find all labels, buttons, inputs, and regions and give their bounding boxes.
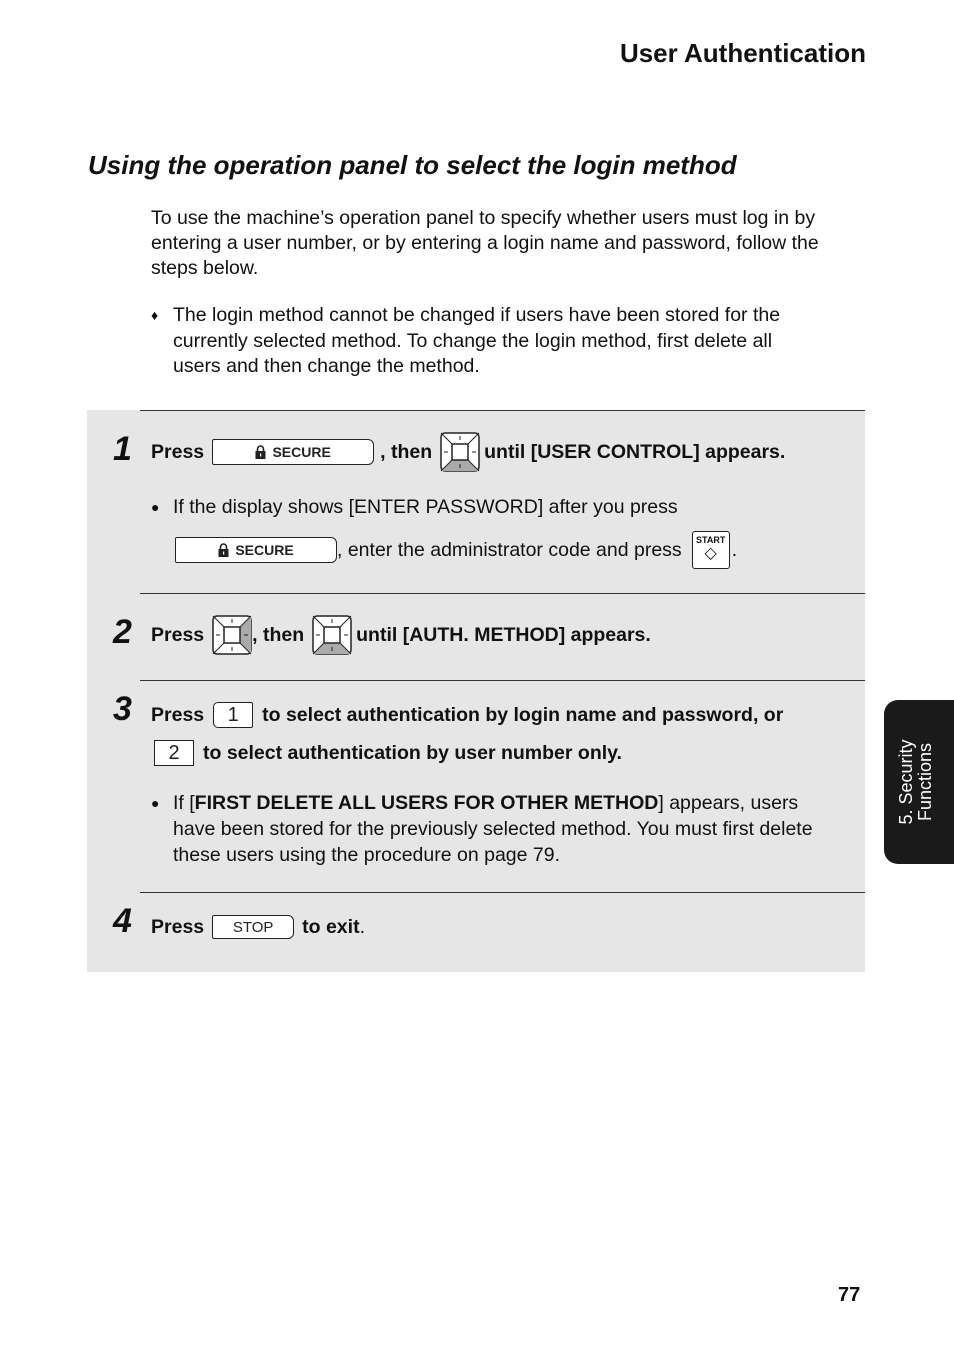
note-line: The login method cannot be changed if us…: [173, 304, 781, 326]
divider: [140, 593, 865, 594]
start-icon: ◇: [704, 545, 717, 562]
nav-right-key-icon[interactable]: [212, 615, 252, 655]
step-text: to exit: [302, 915, 360, 938]
step-text: Press: [151, 703, 205, 726]
intro-line: entering a user number, or by entering a…: [151, 232, 819, 254]
secure-key[interactable]: SECURE: [212, 439, 375, 465]
note: ♦ The login method cannot be changed if …: [151, 303, 841, 380]
lock-icon: [218, 543, 229, 557]
step-text: .: [359, 915, 365, 938]
step-1-note: ● If the display shows [ENTER PASSWORD] …: [151, 494, 841, 520]
nav-down-key-icon[interactable]: [312, 615, 352, 655]
start-key[interactable]: START ◇: [691, 531, 730, 569]
step-1-note-cont: SECURE , enter the administrator code an…: [175, 530, 737, 570]
step-3-instruction-cont: 2 to select authentication by user numbe…: [154, 738, 622, 768]
step-text: Press: [151, 623, 205, 646]
step-number: 2: [113, 613, 132, 651]
step-3-note: ● If [FIRST DELETE ALL USERS FOR OTHER M…: [151, 790, 851, 868]
note-text: ] appears, users: [658, 792, 799, 814]
step-4: 4 Press STOP to exit.: [87, 892, 865, 972]
step-3: 3 Press 1 to select authentication by lo…: [87, 680, 865, 892]
step-number: 4: [113, 902, 132, 940]
note-text: If [: [173, 792, 195, 814]
intro-line: steps below.: [151, 257, 259, 279]
step-4-instruction: Press STOP to exit.: [151, 912, 365, 942]
page-number: 77: [838, 1284, 861, 1306]
step-text: Press: [151, 440, 205, 463]
secure-key-label: SECURE: [235, 542, 294, 558]
step-text: to select authentication by user number …: [203, 741, 622, 764]
secure-key-label: SECURE: [272, 444, 331, 460]
chapter-tab-line: Functions: [915, 742, 935, 822]
note-text: .: [731, 538, 738, 561]
number-key-1[interactable]: 1: [213, 702, 254, 728]
step-text: , then: [252, 623, 305, 646]
section-title: Using the operation panel to select the …: [88, 150, 737, 180]
chapter-tab-label: 5. Security Functions: [896, 739, 935, 825]
divider: [140, 892, 865, 893]
number-key-2[interactable]: 2: [154, 740, 194, 766]
step-2: 2 Press , then until [AUTH. METHOD] appe…: [87, 593, 865, 680]
note-line: currently selected method. To change the…: [173, 329, 773, 352]
note-text: , enter the administrator code and press: [337, 538, 682, 561]
page-header-title: User Authentication: [619, 38, 866, 68]
step-3-instruction: Press 1 to select authentication by logi…: [151, 700, 783, 730]
step-number: 3: [113, 690, 132, 728]
bullet-icon: ●: [151, 795, 160, 811]
step-2-instruction: Press , then until [AUTH. METHOD] appear…: [151, 615, 651, 655]
lock-icon: [255, 445, 266, 459]
step-text: , then: [380, 440, 433, 463]
diamond-bullet-icon: ♦: [151, 307, 159, 323]
intro-line: To use the machine’s operation panel to …: [151, 207, 816, 229]
steps-panel: 1 Press SECURE , then until [USER CONTRO…: [87, 410, 865, 972]
note-text: have been stored for the previously sele…: [173, 818, 813, 840]
bullet-icon: ●: [151, 499, 160, 515]
note-text: these users using the procedure on page …: [173, 844, 561, 866]
step-1-instruction: Press SECURE , then until [USER CONTROL]…: [151, 432, 785, 472]
step-text: until [AUTH. METHOD] appears.: [356, 623, 651, 646]
step-text: until [USER CONTROL] appears.: [484, 440, 786, 463]
divider: [140, 680, 865, 681]
step-text: Press: [151, 915, 205, 938]
intro-paragraph: To use the machine’s operation panel to …: [151, 206, 861, 281]
note-text: If the display shows [ENTER PASSWORD] af…: [173, 496, 678, 518]
display-message: FIRST DELETE ALL USERS FOR OTHER METHOD: [194, 792, 659, 814]
divider: [140, 410, 865, 411]
step-1: 1 Press SECURE , then until [USER CONTRO…: [87, 410, 865, 593]
stop-key[interactable]: STOP: [212, 915, 295, 939]
chapter-tab: 5. Security Functions: [884, 700, 954, 864]
step-text: to select authentication by login name a…: [262, 703, 784, 726]
chapter-tab-line: 5. Security: [896, 739, 916, 825]
step-number: 1: [113, 430, 132, 468]
note-line: users and then change the method.: [173, 355, 480, 377]
start-key-label: START: [696, 535, 726, 545]
secure-key[interactable]: SECURE: [175, 537, 337, 563]
nav-down-key-icon[interactable]: [440, 432, 480, 472]
